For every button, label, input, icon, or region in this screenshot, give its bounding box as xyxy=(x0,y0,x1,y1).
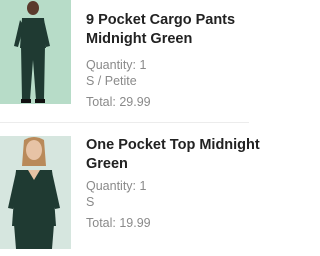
size-label: S xyxy=(86,195,95,209)
product-name-line2: Green xyxy=(86,156,128,172)
product-image-one-pocket-top[interactable] xyxy=(0,136,71,249)
size-label: S / Petite xyxy=(86,74,137,88)
product-name[interactable]: One Pocket Top Midnight Green xyxy=(86,136,260,174)
product-name-line1: One Pocket Top Midnight xyxy=(86,137,260,153)
quantity-label: Quantity: 1 xyxy=(86,179,147,193)
product-image-cargo-pants[interactable] xyxy=(0,0,71,104)
product-name-line1: 9 Pocket Cargo Pants xyxy=(86,12,236,28)
divider xyxy=(0,122,249,123)
cart-item[interactable]: 9 Pocket Cargo Pants Midnight Green Quan… xyxy=(0,0,249,123)
total-label: Total: 29.99 xyxy=(86,95,151,109)
product-name-line2: Midnight Green xyxy=(86,31,193,47)
quantity-label: Quantity: 1 xyxy=(86,58,147,72)
product-name[interactable]: 9 Pocket Cargo Pants Midnight Green xyxy=(86,11,256,49)
cart-item[interactable]: One Pocket Top Midnight Green Quantity: … xyxy=(0,136,260,256)
total-label: Total: 19.99 xyxy=(86,216,151,230)
